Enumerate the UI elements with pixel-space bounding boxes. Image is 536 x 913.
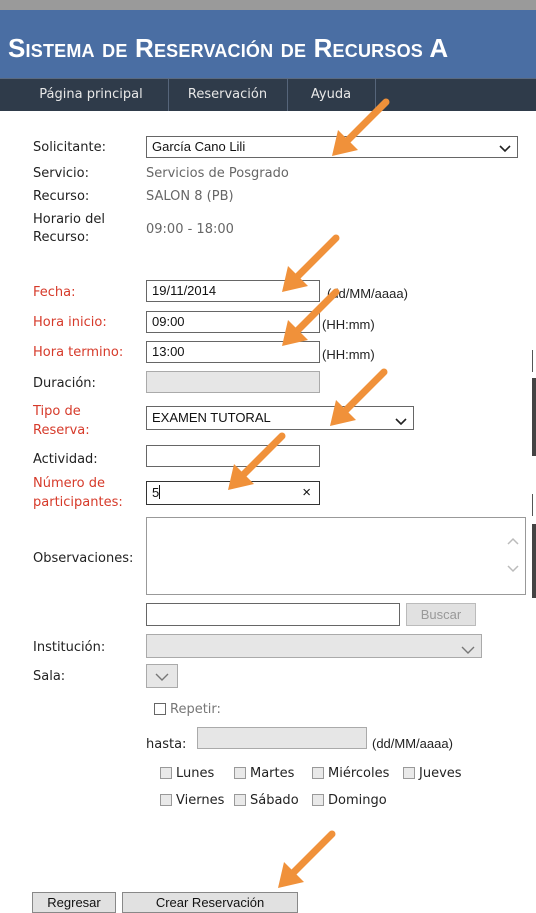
hasta-input [197, 727, 367, 749]
actividad-label: Actividad: [33, 452, 98, 467]
partial-panel [532, 378, 536, 456]
annotation-arrow-icon [332, 98, 390, 156]
day-label: Martes [250, 766, 295, 781]
checkbox-icon [403, 767, 415, 779]
scroll-down-icon[interactable] [507, 562, 519, 577]
horario-value: 09:00 - 18:00 [146, 222, 234, 237]
day-checkbox-viernes[interactable]: Viernes [160, 793, 224, 808]
back-button[interactable]: Regresar [32, 892, 116, 913]
annotation-arrow-icon [330, 368, 388, 426]
checkbox-icon [160, 794, 172, 806]
clear-icon[interactable]: × [302, 482, 311, 504]
day-checkbox-jueves[interactable]: Jueves [403, 766, 462, 781]
solicitante-value: García Cano Lili [152, 139, 246, 154]
checkbox-icon [154, 703, 166, 715]
nav-item-home[interactable]: Página principal [14, 79, 169, 111]
checkbox-icon [312, 767, 324, 779]
repetir-checkbox[interactable]: Repetir: [154, 702, 221, 717]
checkbox-icon [160, 767, 172, 779]
hasta-format-hint: (dd/MM/aaaa) [372, 736, 453, 751]
hora-termino-label: Hora termino: [33, 345, 124, 360]
day-label: Sábado [250, 793, 299, 808]
day-checkbox-lunes[interactable]: Lunes [160, 766, 214, 781]
partial-field [532, 494, 536, 516]
fecha-label: Fecha: [33, 285, 76, 300]
day-checkbox-domingo[interactable]: Domingo [312, 793, 387, 808]
repetir-label: Repetir: [170, 702, 221, 717]
participantes-value: 5 [152, 485, 160, 500]
recurso-label: Recurso: [33, 189, 90, 204]
nav-item-reservation[interactable]: Reservación [168, 79, 288, 111]
servicio-label: Servicio: [33, 166, 89, 181]
annotation-arrow-icon [282, 288, 340, 346]
window-top-strip [0, 0, 536, 10]
day-checkbox-martes[interactable]: Martes [234, 766, 294, 781]
partial-panel [532, 524, 536, 598]
tipo-reserva-label-line1: Tipo de [33, 404, 81, 419]
chevron-down-icon [499, 140, 511, 160]
observaciones-label: Observaciones: [33, 551, 134, 566]
scroll-up-icon[interactable] [507, 534, 519, 549]
horario-label-line2: Recurso: [33, 230, 90, 245]
hora-inicio-label: Hora inicio: [33, 315, 107, 330]
sala-label: Sala: [33, 669, 66, 684]
app-header: Sistema de Reservación de Recursos A [0, 10, 536, 78]
day-label: Viernes [176, 793, 225, 808]
annotation-arrow-icon [228, 432, 286, 490]
checkbox-icon [234, 767, 246, 779]
sala-select[interactable] [146, 664, 178, 688]
chevron-down-icon [155, 670, 169, 685]
observaciones-textarea[interactable] [146, 517, 526, 595]
chevron-down-icon [461, 640, 475, 662]
day-label: Miércoles [328, 766, 390, 781]
recurso-value: SALON 8 (PB) [146, 189, 234, 204]
search-button[interactable]: Buscar [406, 603, 476, 626]
horario-label-line1: Horario del [33, 212, 105, 227]
checkbox-icon [312, 794, 324, 806]
duracion-input [146, 371, 320, 393]
day-label: Domingo [328, 793, 387, 808]
checkbox-icon [234, 794, 246, 806]
hasta-label: hasta: [146, 737, 187, 752]
partial-field [532, 350, 536, 372]
solicitante-label: Solicitante: [33, 140, 106, 155]
text-cursor [159, 485, 161, 499]
nav-bar: Página principal Reservación Ayuda [0, 78, 536, 111]
day-checkbox-sabado[interactable]: Sábado [234, 793, 299, 808]
chevron-down-icon [395, 412, 407, 434]
servicio-value: Servicios de Posgrado [146, 166, 289, 181]
search-input[interactable] [146, 603, 400, 626]
day-label: Jueves [419, 766, 462, 781]
annotation-arrow-icon [278, 830, 336, 888]
institucion-select[interactable] [146, 634, 482, 658]
create-reservation-button[interactable]: Crear Reservación [122, 892, 298, 913]
institucion-label: Institución: [33, 640, 106, 655]
participantes-label-line1: Número de [33, 476, 106, 491]
duracion-label: Duración: [33, 376, 96, 391]
tipo-reserva-label-line2: Reserva: [33, 423, 90, 438]
app-title: Sistema de Reservación de Recursos A [8, 33, 449, 63]
tipo-reserva-value: EXAMEN TUTORAL [152, 410, 271, 425]
day-label: Lunes [176, 766, 215, 781]
day-checkbox-miercoles[interactable]: Miércoles [312, 766, 389, 781]
participantes-label-line2: participantes: [33, 495, 123, 510]
